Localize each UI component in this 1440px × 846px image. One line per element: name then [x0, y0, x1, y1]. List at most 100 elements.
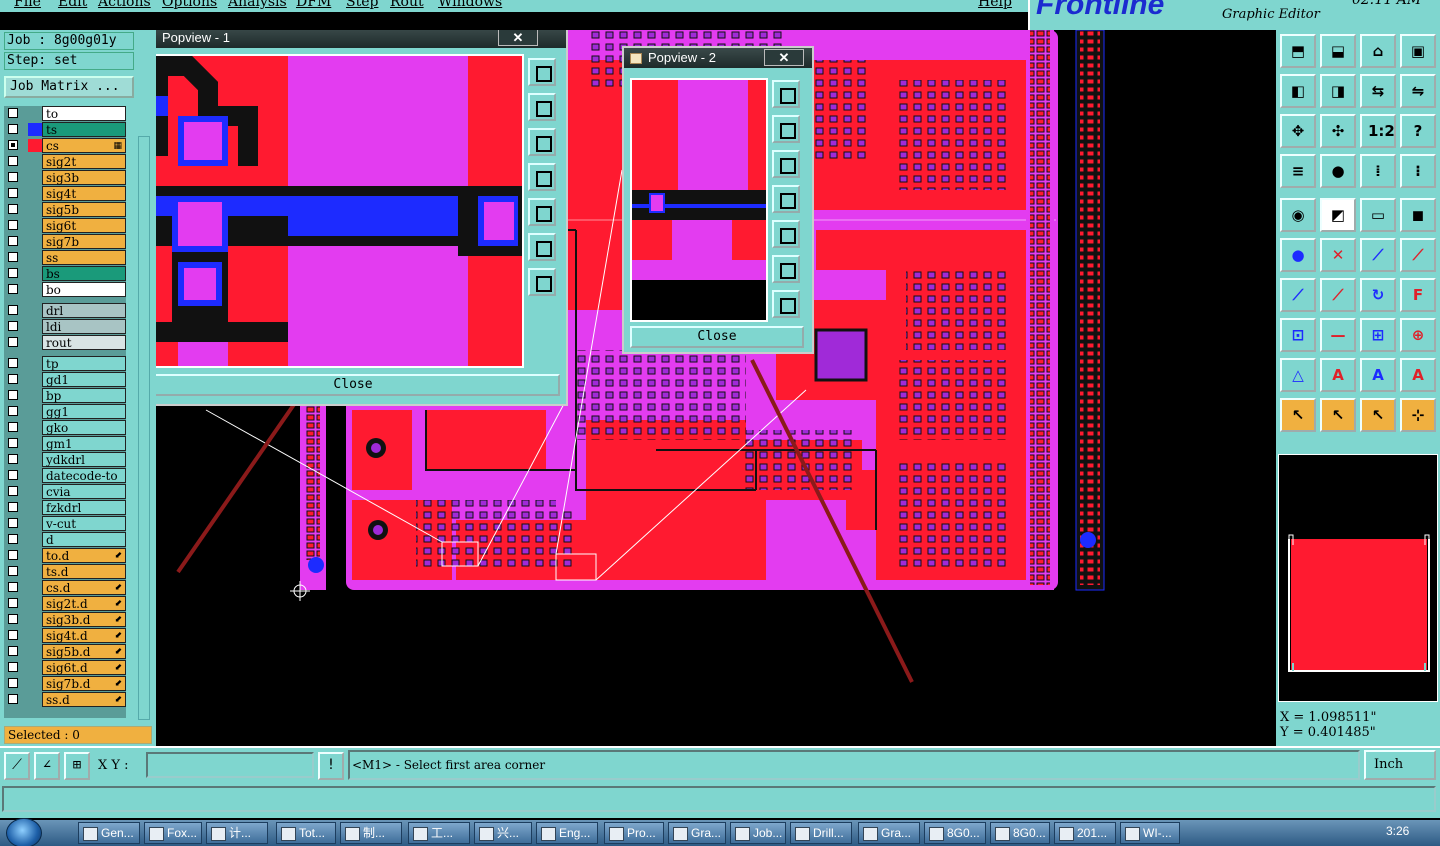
taskbar-button[interactable]: Gen... [78, 822, 140, 844]
layer-color-swatch[interactable] [28, 123, 42, 136]
swap-tool-icon[interactable]: ⇆ [1360, 74, 1396, 108]
taskbar-button[interactable]: 工... [408, 822, 470, 844]
popview-1-viewport[interactable] [156, 54, 524, 368]
layer-checkbox[interactable] [8, 220, 18, 230]
layer-checkbox[interactable] [8, 502, 18, 512]
pan-right-icon[interactable] [528, 198, 556, 226]
layer-color-swatch[interactable] [28, 693, 42, 706]
layer-row[interactable]: d [4, 532, 126, 547]
layer-color-swatch[interactable] [28, 139, 42, 152]
taskbar-button[interactable]: 8G0... [924, 822, 986, 844]
layer-checkbox[interactable] [8, 305, 18, 315]
layer-name[interactable]: d [42, 532, 126, 547]
menu-step[interactable]: Step [346, 0, 378, 10]
pointer3-tool-icon[interactable]: ↖ [1360, 398, 1396, 432]
layer-color-swatch[interactable] [28, 469, 42, 482]
ruler-tool-icon[interactable]: ▭ [1360, 198, 1396, 232]
menu-rout[interactable]: Rout [390, 0, 424, 10]
layer-color-swatch[interactable] [28, 645, 42, 658]
layer-color-swatch[interactable] [28, 304, 42, 317]
layer-checkbox[interactable] [8, 204, 18, 214]
dash-tool-icon[interactable]: — [1320, 318, 1356, 352]
measure-tool-icon[interactable]: ⊞ [1360, 318, 1396, 352]
arrow-b-tool-icon[interactable]: A [1360, 358, 1396, 392]
window-tool-icon[interactable]: ▣ [1400, 34, 1436, 68]
layer-color-swatch[interactable] [28, 107, 42, 120]
layer-color-swatch[interactable] [28, 453, 42, 466]
close-icon[interactable]: ✕ [498, 30, 538, 46]
pan-left-icon[interactable] [772, 185, 800, 213]
layer-checkbox[interactable] [8, 390, 18, 400]
layer-name[interactable]: v-cut [42, 516, 126, 531]
route2-tool-icon[interactable]: ⟋ [1400, 238, 1436, 272]
line-tool-icon[interactable]: ⟋ [1280, 278, 1316, 312]
fit-tool-icon[interactable]: ✥ [1280, 114, 1316, 148]
pan-right-tool-icon[interactable]: ◨ [1320, 74, 1356, 108]
dot-tool-icon[interactable]: ◼ [1400, 198, 1436, 232]
triangle-tool-icon[interactable]: △ [1280, 358, 1316, 392]
layer-row[interactable]: ts.d [4, 564, 126, 579]
layer-checkbox[interactable] [8, 422, 18, 432]
layer-checkbox[interactable] [8, 140, 18, 150]
taskbar-button[interactable]: Job... [730, 822, 786, 844]
layer-checkbox[interactable] [8, 582, 18, 592]
layer-name[interactable]: gd1 [42, 372, 126, 387]
grid-icon[interactable]: ⊞ [64, 752, 90, 780]
layer-name[interactable]: sig4t.d ⬋ [42, 628, 126, 643]
layer-row[interactable]: bo [4, 282, 126, 297]
taskbar-button[interactable]: 制... [340, 822, 402, 844]
layer-name[interactable]: cs ▦ [42, 138, 126, 153]
layer-checkbox[interactable] [8, 630, 18, 640]
pan-up-icon[interactable] [528, 93, 556, 121]
layer-name[interactable]: sig3b.d ⬋ [42, 612, 126, 627]
layer-checkbox[interactable] [8, 486, 18, 496]
taskbar-button[interactable]: Eng... [536, 822, 598, 844]
graphic-canvas[interactable]: Popview - 1 ✕ Close Popview - 2 ✕ Close [156, 30, 1276, 746]
taskbar-button[interactable]: Tot... [276, 822, 336, 844]
taskbar-clock[interactable]: 3:26 [1386, 824, 1409, 838]
layer-checkbox[interactable] [8, 374, 18, 384]
layer-row[interactable]: fzkdrl [4, 500, 126, 515]
layer-color-swatch[interactable] [28, 235, 42, 248]
layer-row[interactable]: sig5b [4, 202, 126, 217]
layer-row[interactable]: sig5b.d ⬋ [4, 644, 126, 659]
snap-icon[interactable]: ⟋ [4, 752, 30, 780]
layer-name[interactable]: cvia [42, 484, 126, 499]
layer-row[interactable]: ldi [4, 319, 126, 334]
layer-name[interactable]: gko [42, 420, 126, 435]
popview-2-viewport[interactable] [630, 78, 768, 322]
netlist-tool-icon[interactable]: ⁝ [1400, 154, 1436, 188]
layer-row[interactable]: sig4t [4, 186, 126, 201]
layer-name[interactable]: sig7b.d ⬋ [42, 676, 126, 691]
help-tool-icon[interactable]: ? [1400, 114, 1436, 148]
layer-name[interactable]: sig6t.d ⬋ [42, 660, 126, 675]
layer-color-swatch[interactable] [28, 613, 42, 626]
pan-left-icon[interactable] [528, 163, 556, 191]
menu-actions[interactable]: Actions [98, 0, 151, 10]
taskbar-button[interactable]: 计... [206, 822, 268, 844]
layer-color-swatch[interactable] [28, 283, 42, 296]
layer-checkbox[interactable] [8, 358, 18, 368]
zoom-out-icon[interactable] [772, 290, 800, 318]
xy-input[interactable] [146, 752, 314, 778]
taskbar-button[interactable]: 兴... [474, 822, 532, 844]
taskbar-button[interactable]: Gra... [668, 822, 726, 844]
pad-tool-icon[interactable]: ◉ [1280, 198, 1316, 232]
layer-checkbox[interactable] [8, 694, 18, 704]
zoom-out-icon[interactable] [528, 268, 556, 296]
layer-checkbox[interactable] [8, 406, 18, 416]
pin-tool-icon[interactable]: ● [1320, 154, 1356, 188]
layer-color-swatch[interactable] [28, 581, 42, 594]
layer-color-swatch[interactable] [28, 171, 42, 184]
layer-color-swatch[interactable] [28, 549, 42, 562]
popview-2-close-button[interactable]: Close [630, 326, 804, 348]
flip-tool-icon[interactable]: ⇋ [1400, 74, 1436, 108]
pan-left-tool-icon[interactable]: ◧ [1280, 74, 1316, 108]
mirror-tool-icon[interactable]: ◩ [1320, 198, 1356, 232]
layer-name[interactable]: sig2t.d ⬋ [42, 596, 126, 611]
layer-color-swatch[interactable] [28, 597, 42, 610]
layer-checkbox[interactable] [8, 550, 18, 560]
layer-row[interactable]: sig7b.d ⬋ [4, 676, 126, 691]
layer-row[interactable]: v-cut [4, 516, 126, 531]
text-tool-icon[interactable]: F [1400, 278, 1436, 312]
